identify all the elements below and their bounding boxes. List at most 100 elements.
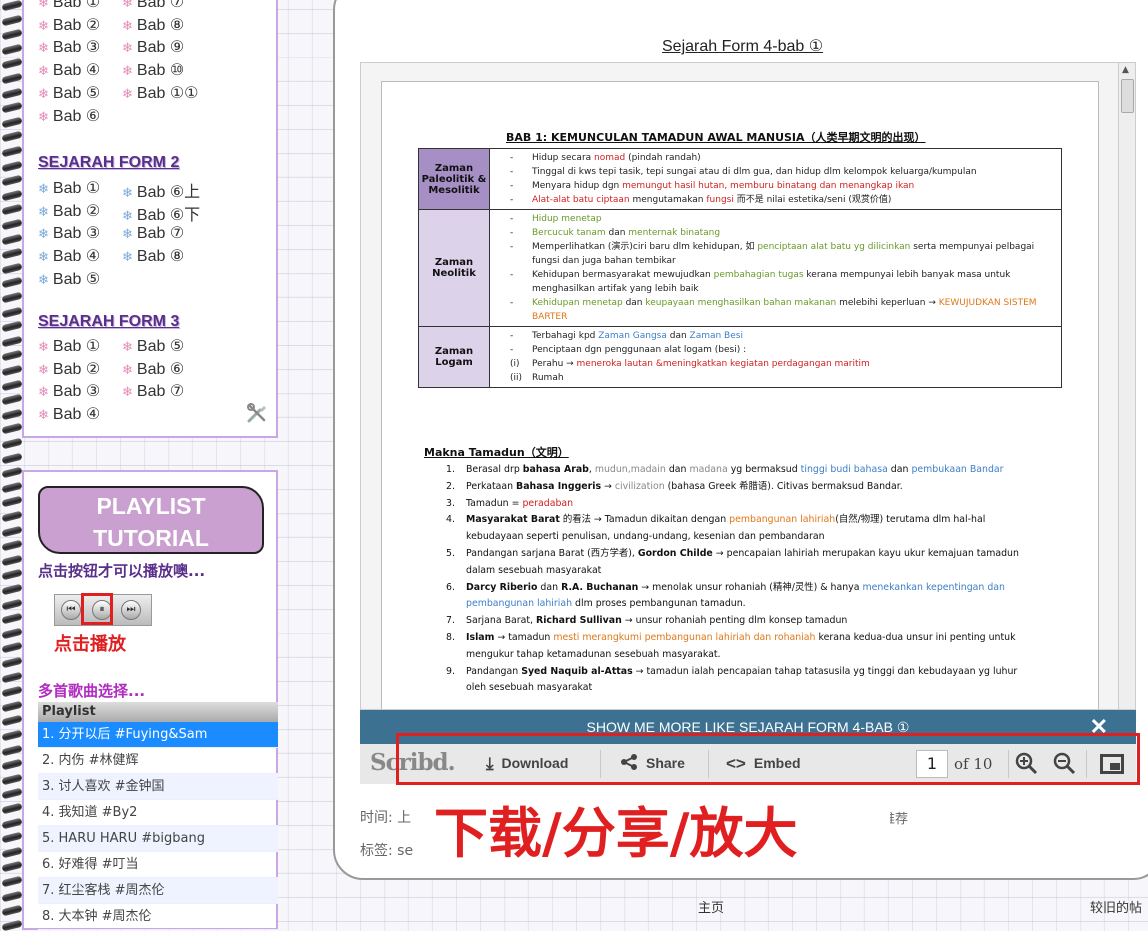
chapter-link[interactable]: ❄ Bab ③: [38, 381, 100, 401]
chapter-link[interactable]: ❄ Bab ①: [38, 0, 100, 12]
chapter-heading: BAB 1: KEMUNCULAN TAMADUN AWAL MANUSIA（人…: [506, 131, 926, 144]
chapter-link[interactable]: ❄ Bab ①: [38, 178, 100, 198]
chapter-link[interactable]: ❄ Bab ④: [38, 246, 100, 266]
chapter-link[interactable]: ❄ Bab ④: [38, 60, 100, 80]
text-run: yg bermaksud: [727, 464, 801, 475]
document-title-link[interactable]: Sejarah Form 4-bab ①: [662, 36, 823, 56]
chapter-link[interactable]: ❄ Bab ②: [38, 359, 100, 379]
spiral-coil: [1, 904, 23, 917]
chapter-link[interactable]: ❄ Bab ⑥: [122, 359, 184, 379]
chapter-link[interactable]: ❄ Bab ⑦: [122, 0, 184, 12]
scroll-thumb[interactable]: [1121, 79, 1134, 113]
playlist-song[interactable]: 8. 大本钟 #周杰伦: [38, 904, 278, 930]
makna-item: 4. Masyarakat Barat 的看法 → Tamadun dikaita…: [446, 512, 1036, 546]
text-run: Sarjana Barat,: [466, 615, 536, 627]
chapter-label: Bab ①: [52, 180, 101, 197]
spiral-coil: [1, 0, 23, 12]
chapter-label: Bab ④: [52, 62, 101, 80]
spiral-coil: [1, 846, 23, 859]
text-run: Richard Sullivan: [535, 615, 622, 627]
chapter-link[interactable]: ❄ Bab ⑥上: [122, 178, 200, 202]
next-icon[interactable]: ⏭: [121, 600, 141, 620]
spiral-coil: [1, 773, 23, 786]
text-run: Syed Naquib al-Attas: [521, 665, 633, 677]
text-run: Zaman Besi: [689, 331, 743, 341]
chapter-link[interactable]: ❄ Bab ⑧: [122, 246, 184, 266]
toolbar-highlight-box: [396, 733, 1140, 785]
text-run: penciptaan alat batu yg dilicinkan: [757, 242, 911, 252]
chapter-label: Bab ⑤: [52, 270, 101, 288]
text-run: memungut hasil hutan, memburu binatang d…: [622, 181, 915, 191]
snowflake-icon: ❄: [122, 226, 133, 242]
text-run: Pandangan: [466, 665, 522, 677]
text-run: Bercucuk tanam: [532, 228, 606, 238]
spiral-coil: [1, 28, 23, 41]
tools-icon[interactable]: [246, 402, 268, 424]
spiral-coil: [1, 233, 23, 245]
chapter-link[interactable]: ❄ Bab ⑩: [122, 60, 184, 80]
scroll-up-icon[interactable]: ▲: [1122, 65, 1129, 75]
chapter-link[interactable]: ❄ Bab ⑧: [122, 15, 184, 35]
text-run: meneroka lautan &meningkatkan kegiatan p…: [576, 359, 870, 369]
chapter-link[interactable]: ❄ Bab ③: [38, 37, 100, 57]
era-bullet: - Hidup menetap: [494, 212, 1055, 226]
chapter-link[interactable]: ❄ Bab ⑨: [122, 37, 184, 57]
chapter-link[interactable]: ❄ Bab ⑤: [38, 269, 100, 289]
chapter-link[interactable]: ❄ Bab ①①: [122, 83, 199, 103]
form2-title: SEJARAH FORM 2: [38, 154, 180, 171]
spiral-coil: [1, 101, 23, 114]
playlist-song[interactable]: 1. 分开以后 #Fuying&Sam: [38, 722, 278, 748]
item-text: Berasal drp bahasa Arab, mudun,madain da…: [466, 462, 1004, 479]
spiral-coil: [1, 685, 23, 698]
snowflake-icon: ❄: [122, 339, 133, 354]
playlist-song[interactable]: 3. 讨人喜欢 #金钟国: [38, 774, 278, 800]
chapter-link[interactable]: ❄ Bab ⑥: [38, 106, 100, 126]
playlist-song[interactable]: 5. HARU HARU #bigbang: [38, 826, 278, 852]
text-run: keupayaan menghasilkan bahan makanan: [645, 298, 837, 308]
snowflake-icon: ❄: [38, 63, 49, 79]
chapter-link[interactable]: ❄ Bab ⑦: [122, 223, 184, 243]
text-run: mudun,madain: [594, 464, 666, 475]
item-text: Pandangan Syed Naquib al-Attas → tamadun…: [466, 664, 1036, 698]
chapter-link[interactable]: ❄ Bab ②: [38, 15, 100, 35]
playlist-tutorial-button[interactable]: PLAYLIST TUTORIAL: [38, 486, 264, 554]
chapter-link[interactable]: ❄ Bab ⑦: [122, 381, 184, 401]
text-run: Hidup secara: [532, 153, 595, 163]
item-text: Perkataan Bahasa Inggeris → civilization…: [466, 479, 903, 496]
older-posts-link[interactable]: 较旧的帖: [1090, 897, 1142, 916]
playlist-song[interactable]: 2. 内伤 #林健辉: [38, 748, 278, 774]
chapter-link[interactable]: ❄ Bab ⑥下: [122, 201, 200, 225]
previous-icon[interactable]: ⏮: [61, 600, 81, 620]
text-run: Gordon Childe: [637, 547, 713, 559]
text-run: pembukaan Bandar: [911, 464, 1004, 475]
chapter-link[interactable]: ❄ Bab ④: [38, 404, 100, 424]
chapter-label: Bab ⑤: [136, 338, 185, 355]
playlist-song[interactable]: 6. 好难得 #叮当: [38, 852, 278, 878]
item-number: 4.: [446, 514, 455, 526]
chapter-link[interactable]: ❄ Bab ⑤: [122, 336, 184, 356]
makna-item: 6. Darcy Riberio dan R.A. Buchanan → meno…: [446, 580, 1036, 614]
music-player-panel: PLAYLIST TUTORIAL 点击按钮才可以播放噢... ⏮ ⏸ ⏭ 点击…: [22, 470, 278, 930]
text-run: dan: [622, 298, 646, 308]
spiral-coil: [1, 831, 23, 844]
chapter-link[interactable]: ❄ Bab ①: [38, 336, 100, 356]
playlist-song[interactable]: 7. 红尘客栈 #周杰伦: [38, 878, 278, 904]
era-name: Zaman Logam: [418, 326, 490, 388]
chapter-label: Bab ②: [52, 360, 101, 378]
playlist-song[interactable]: 4. 我知道 #By2: [38, 800, 278, 826]
snowflake-icon: ❄: [38, 0, 49, 10]
item-number: 9.: [446, 665, 455, 677]
chapter-label: Bab ⑧: [136, 16, 185, 34]
spiral-coil: [1, 861, 23, 873]
home-link[interactable]: 主页: [698, 897, 724, 916]
spiral-coil: [1, 510, 23, 523]
snowflake-icon: ❄: [122, 85, 133, 101]
spiral-coil: [1, 364, 23, 377]
item-text: Tamadun = peradaban: [466, 496, 573, 513]
text-run: dan: [537, 581, 562, 593]
chapter-link[interactable]: ❄ Bab ③: [38, 223, 100, 243]
chapter-link[interactable]: ❄ Bab ②: [38, 201, 100, 221]
document-scrollbar[interactable]: ▲: [1118, 63, 1135, 709]
chapter-link[interactable]: ❄ Bab ⑤: [38, 83, 100, 103]
spiral-coil: [1, 802, 23, 815]
